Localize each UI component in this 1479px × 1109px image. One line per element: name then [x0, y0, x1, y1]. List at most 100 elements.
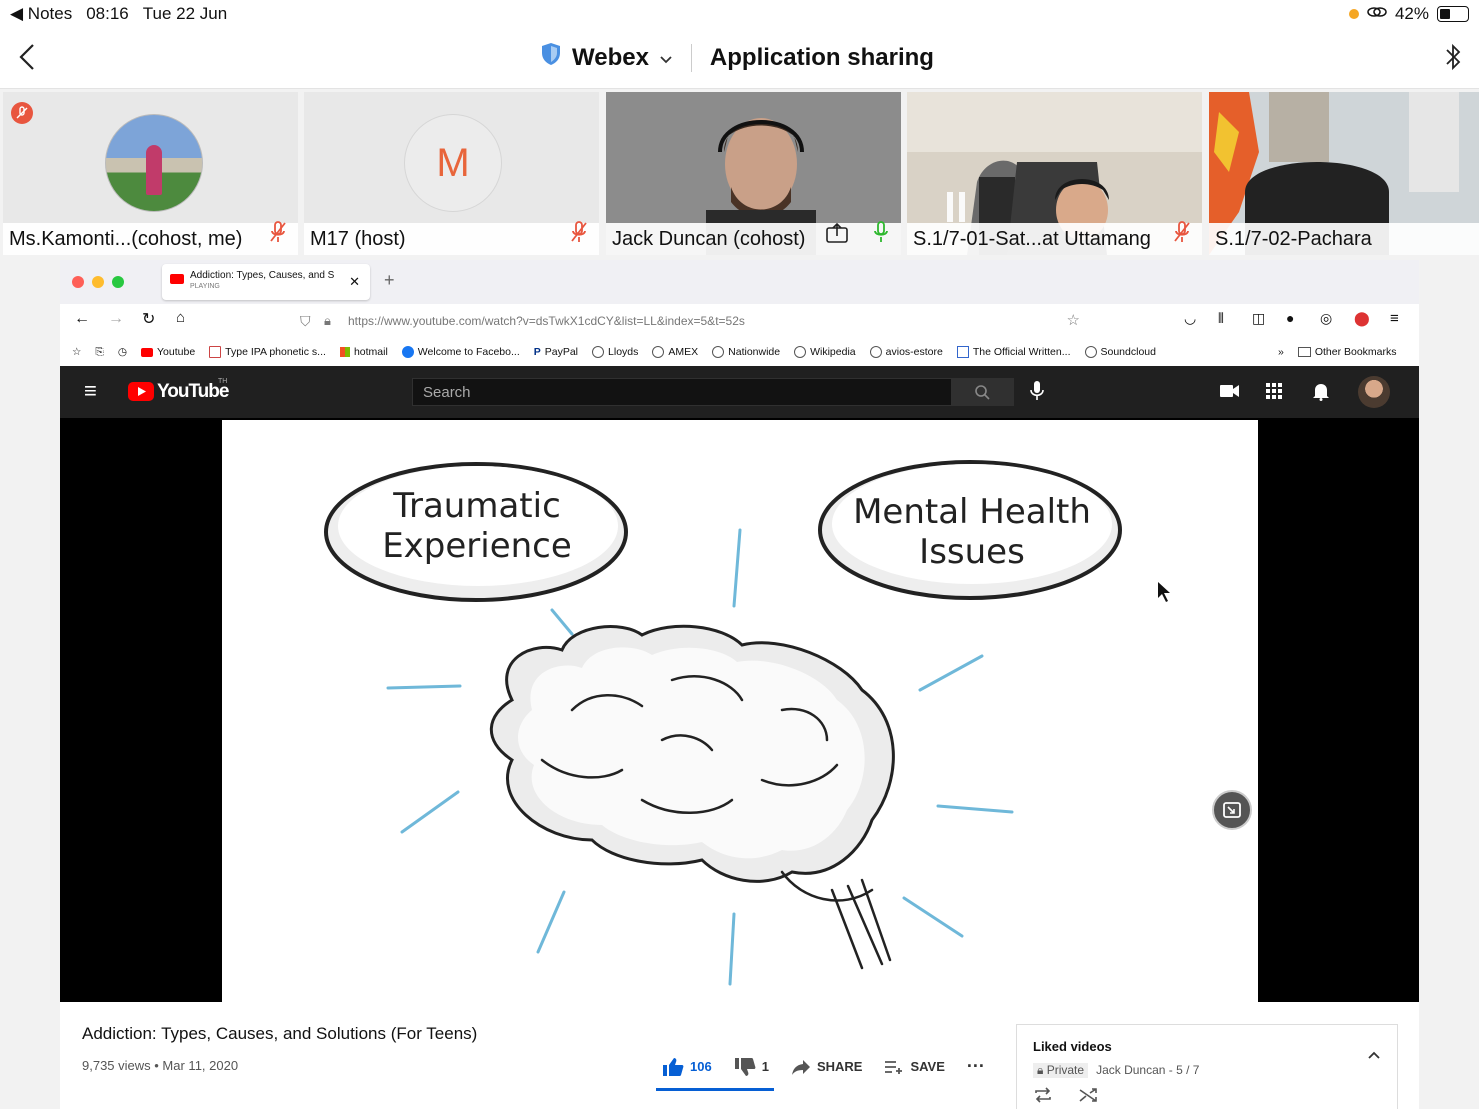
other-bookmarks-folder[interactable]: Other Bookmarks [1297, 346, 1397, 358]
privacy-badge: 🔒︎ Private [1033, 1063, 1089, 1078]
extension-icon[interactable]: ● [1286, 310, 1294, 326]
bookmark-avios[interactable]: avios-estore [869, 346, 943, 358]
globe-icon [592, 346, 605, 358]
bubble-left-text: Traumatic Experience [362, 486, 592, 566]
youtube-logo-icon[interactable] [128, 382, 154, 401]
bubble-right-line-1: Mental Health [853, 492, 1091, 532]
bookmark-hotmail[interactable]: hotmail [339, 346, 388, 358]
tab-title: Addiction: Types, Causes, and S [190, 270, 335, 281]
history-icon[interactable]: ◷ [118, 346, 127, 358]
apps-grid-icon[interactable] [1266, 383, 1282, 404]
header-divider [690, 43, 692, 72]
youtube-search-input[interactable]: Search [412, 378, 952, 406]
battery-icon [1437, 6, 1469, 22]
bookmark-star-icon[interactable]: ☆ [1067, 308, 1080, 334]
menu-icon[interactable]: ≡ [1390, 310, 1399, 327]
close-window-button[interactable] [72, 276, 84, 288]
playlist-owner: Jack Duncan - 5 / 7 [1096, 1063, 1200, 1077]
participant-tile[interactable]: S.1/7-02-Pachara [1209, 92, 1479, 255]
dislike-count: 1 [761, 1059, 769, 1074]
pocket-icon[interactable]: ◡ [1184, 310, 1196, 327]
bookmark-ipa[interactable]: Type IPA phonetic s... [209, 346, 326, 358]
thumbs-up-icon [663, 1057, 684, 1076]
bookmark-facebook[interactable]: Welcome to Facebo... [401, 346, 520, 358]
picture-in-picture-icon[interactable] [1212, 790, 1252, 830]
adblock-icon[interactable]: ⬤ [1354, 310, 1370, 327]
tracking-shield-icon[interactable]: ⛉ [300, 308, 311, 334]
youtube-search-button[interactable] [952, 378, 1014, 406]
sidebar-icon[interactable]: ◫ [1252, 310, 1265, 327]
browser-tab[interactable]: Addiction: Types, Causes, and S PLAYING … [162, 264, 370, 300]
chevron-down-icon[interactable] [659, 44, 673, 72]
video-meta: 9,735 views • Mar 11, 2020 [82, 1058, 239, 1073]
participant-tile[interactable]: M M17 (host) [304, 92, 599, 255]
back-to-app-link[interactable]: ◀ Notes [10, 4, 72, 24]
collapse-chevron-icon[interactable] [1367, 1047, 1381, 1063]
back-arrow-icon[interactable]: ← [74, 310, 90, 328]
back-chevron-icon[interactable] [16, 42, 40, 72]
notifications-bell-icon[interactable] [1312, 381, 1330, 406]
microphone-icon[interactable] [1030, 380, 1044, 407]
bookmark-lloyds[interactable]: Lloyds [592, 346, 638, 358]
bubble-left-line-2: Experience [382, 526, 572, 566]
shuffle-icon[interactable] [1079, 1087, 1099, 1106]
flag-icon [956, 346, 969, 358]
library-icon[interactable]: ⫴ [1218, 310, 1224, 327]
import-icon[interactable]: ⎘ [95, 346, 103, 359]
zoom-window-button[interactable] [112, 276, 124, 288]
status-date: Tue 22 Jun [142, 4, 228, 23]
more-bookmarks-icon[interactable]: » [1278, 346, 1284, 358]
dislike-button[interactable]: 1 [734, 1057, 769, 1077]
bookmark-official-written[interactable]: The Official Written... [956, 346, 1071, 358]
participant-tile[interactable]: S.1/7-01-Sat...at Uttamang [907, 92, 1202, 255]
bookmark-manager-icon[interactable]: ☆ [72, 346, 81, 358]
video-title: Addiction: Types, Causes, and Solutions … [82, 1024, 478, 1043]
globe-icon [794, 346, 807, 358]
video-player[interactable]: Traumatic Experience Mental Health Issue… [60, 418, 1419, 1002]
mic-muted-icon [268, 220, 288, 249]
video-info: Addiction: Types, Causes, and Solutions … [60, 1002, 1419, 1109]
hamburger-menu-icon[interactable]: ≡ [84, 378, 97, 404]
bluetooth-icon[interactable] [1445, 42, 1461, 77]
participant-name: Ms.Kamonti...(cohost, me) [9, 228, 243, 250]
participant-strip: Ms.Kamonti...(cohost, me) M M17 (host) J… [0, 90, 1479, 258]
back-app-label: Notes [27, 4, 73, 23]
participant-avatar: M [404, 114, 502, 212]
share-button[interactable]: SHARE [791, 1059, 862, 1075]
bookmark-paypal[interactable]: P PayPal [534, 346, 578, 358]
forward-arrow-icon[interactable]: → [108, 310, 124, 328]
minimize-window-button[interactable] [92, 276, 104, 288]
bookmark-youtube[interactable]: Youtube [141, 346, 195, 358]
paypal-icon: P [533, 346, 541, 358]
bubble-left-line-1: Traumatic [393, 486, 561, 526]
screen-share-icon [1367, 4, 1387, 24]
like-button[interactable]: 106 [662, 1057, 712, 1077]
bookmarks-toolbar: ☆ ⎘ ◷ Youtube Type IPA phonetic s... hot… [60, 340, 1419, 364]
more-actions-icon[interactable]: ··· [967, 1056, 985, 1077]
ios-status-bar: ◀ Notes 08:16 Tue 22 Jun 42% [0, 0, 1479, 28]
close-tab-icon[interactable]: ✕ [349, 274, 360, 290]
meeting-app-name[interactable]: Webex [572, 44, 649, 72]
participant-tile[interactable]: Ms.Kamonti...(cohost, me) [3, 92, 298, 255]
browser-tab-bar: Addiction: Types, Causes, and S PLAYING … [60, 260, 1419, 304]
new-tab-icon[interactable]: + [384, 270, 395, 291]
bookmark-nationwide[interactable]: Nationwide [712, 346, 780, 358]
home-icon[interactable]: ⌂ [176, 309, 185, 326]
account-avatar[interactable] [1358, 376, 1390, 408]
mouse-cursor-icon [1158, 582, 1170, 602]
url-bar[interactable]: ⛉ 🔒︎ https://www.youtube.com/watch?v=dsT… [290, 308, 1090, 334]
playlist-title[interactable]: Liked videos [1033, 1039, 1112, 1054]
muted-badge-icon [11, 102, 33, 124]
bookmark-amex[interactable]: AMEX [652, 346, 698, 358]
reload-icon[interactable]: ↻ [142, 309, 155, 329]
bookmark-soundcloud[interactable]: Soundcloud [1084, 346, 1156, 358]
bookmark-wikipedia[interactable]: Wikipedia [794, 346, 856, 358]
vpn-icon[interactable]: ◎ [1320, 310, 1332, 327]
bubble-right-text: Mental Health Issues [842, 492, 1102, 572]
loop-icon[interactable] [1033, 1087, 1053, 1106]
status-time: 08:16 [86, 4, 129, 23]
save-button[interactable]: SAVE [884, 1059, 945, 1074]
create-video-icon[interactable] [1220, 384, 1240, 403]
participant-tile[interactable]: Jack Duncan (cohost) [606, 92, 901, 255]
lock-icon[interactable]: 🔒︎ [324, 308, 331, 334]
